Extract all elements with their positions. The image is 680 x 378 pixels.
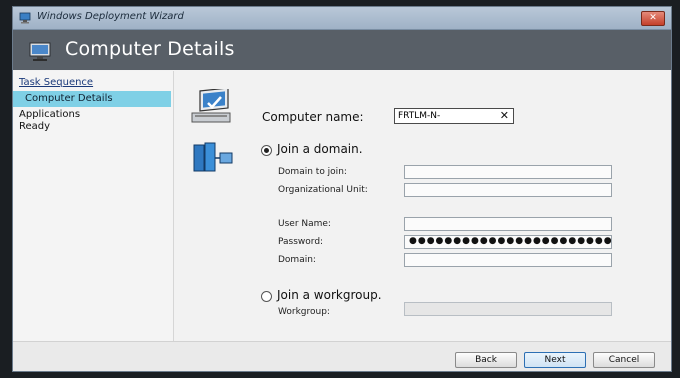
join-workgroup-label[interactable]: Join a workgroup. xyxy=(277,288,382,302)
user-name-label: User Name: xyxy=(278,219,331,229)
user-name-input[interactable] xyxy=(404,217,612,231)
page-title: Computer Details xyxy=(65,38,235,60)
domain-label: Domain: xyxy=(278,255,316,265)
domain-network-icon xyxy=(193,142,233,172)
next-button-label: Next xyxy=(544,355,566,365)
sidebar-item-task-sequence[interactable]: Task Sequence xyxy=(19,77,93,88)
sidebar-item-label: Computer Details xyxy=(25,93,113,104)
join-domain-radio[interactable] xyxy=(261,145,272,156)
workgroup-label: Workgroup: xyxy=(278,307,330,317)
close-icon: ✕ xyxy=(649,13,657,23)
sidebar-item-computer-details[interactable]: Computer Details xyxy=(13,91,171,107)
join-domain-label[interactable]: Join a domain. xyxy=(277,142,363,156)
wizard-window: Windows Deployment Wizard ✕ Computer Det… xyxy=(12,6,672,372)
page-header: Computer Details xyxy=(13,30,671,70)
computer-name-label: Computer name: xyxy=(262,110,364,124)
domain-to-join-input[interactable] xyxy=(404,165,612,179)
clear-icon[interactable]: ✕ xyxy=(500,109,509,123)
computer-icon xyxy=(29,42,51,61)
computer-name-value: FRTLM-N- xyxy=(398,111,441,121)
cancel-button[interactable]: Cancel xyxy=(593,352,655,368)
back-button[interactable]: Back xyxy=(455,352,517,368)
main-content: Computer name: FRTLM-N- ✕ Join a domain.… xyxy=(174,71,671,341)
domain-input[interactable] xyxy=(404,253,612,267)
close-button[interactable]: ✕ xyxy=(641,11,665,26)
computer-name-input[interactable]: FRTLM-N- ✕ xyxy=(394,108,514,124)
password-label: Password: xyxy=(278,237,324,247)
computer-check-icon xyxy=(191,89,231,123)
sidebar: Task Sequence Computer Details Applicati… xyxy=(13,71,174,341)
organizational-unit-input[interactable] xyxy=(404,183,612,197)
next-button[interactable]: Next xyxy=(524,352,586,368)
workgroup-input[interactable] xyxy=(404,302,612,316)
wizard-app-icon xyxy=(19,12,31,24)
password-input[interactable]: ●●●●●●●●●●●●●●●●●●●●●●●●●●●●● xyxy=(404,235,612,249)
domain-to-join-label: Domain to join: xyxy=(278,167,347,177)
organizational-unit-label: Organizational Unit: xyxy=(278,185,368,195)
sidebar-item-ready[interactable]: Ready xyxy=(19,121,50,132)
title-bar[interactable]: Windows Deployment Wizard ✕ xyxy=(13,7,671,30)
join-workgroup-radio[interactable] xyxy=(261,291,272,302)
sidebar-item-applications[interactable]: Applications xyxy=(19,109,80,120)
footer-bar: Back Next Cancel xyxy=(13,341,671,371)
window-title: Windows Deployment Wizard xyxy=(37,11,184,22)
